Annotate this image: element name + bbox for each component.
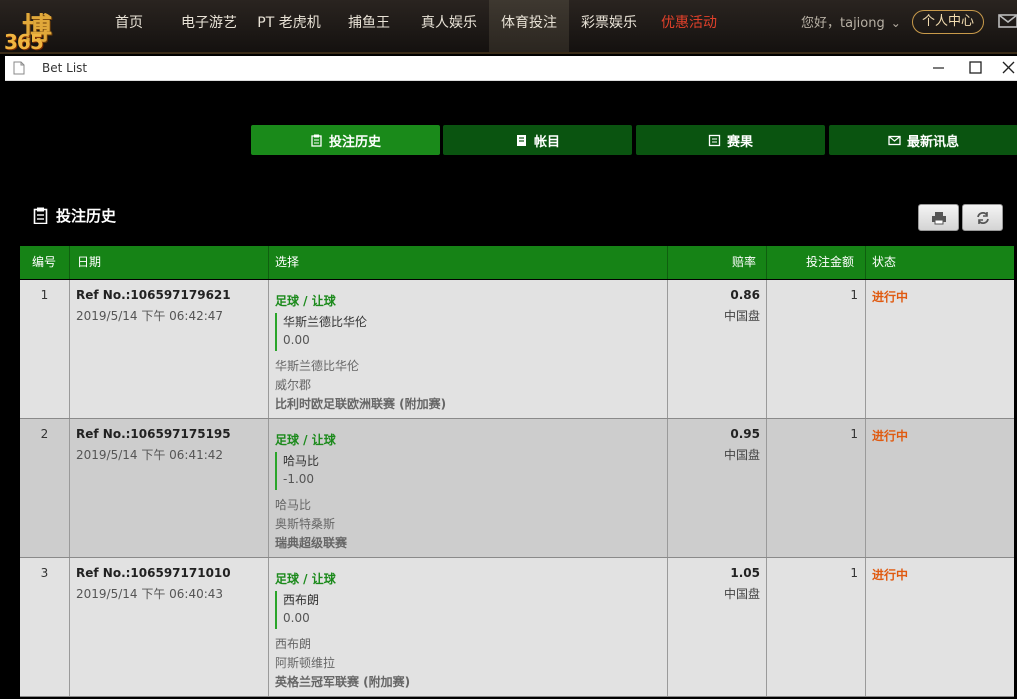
nav-lottery[interactable]: 彩票娱乐 <box>574 0 644 52</box>
odds-type: 中国盘 <box>723 448 760 462</box>
away-team: 奥斯特桑斯 <box>275 517 336 531</box>
ledger-icon <box>516 134 526 146</box>
header-date: 日期 <box>77 255 102 269</box>
status-badge: 进行中 <box>872 290 909 304</box>
window-title: Bet List <box>42 61 88 75</box>
selection-pick: 西布朗 0.00 <box>275 591 319 629</box>
row-number: 2 <box>40 427 49 441</box>
tab-results[interactable]: 赛果 <box>636 125 825 155</box>
nav-fishing[interactable]: 捕鱼王 <box>338 0 400 52</box>
header-odds: 赔率 <box>732 255 757 269</box>
match-teams: 华斯兰德比华伦 威尔郡 <box>275 357 359 395</box>
clipboard-icon <box>311 134 322 147</box>
home-team: 西布朗 <box>275 637 312 651</box>
match-teams: 哈马比 奥斯特桑斯 <box>275 496 335 534</box>
table-row: 3 Ref No.:106597171010 2019/5/14 下午 06:4… <box>20 558 1014 697</box>
pick-handicap: 0.00 <box>283 611 310 625</box>
league-name: 瑞典超级联赛 <box>275 536 348 550</box>
market-type: 足球 / 让球 <box>275 433 336 447</box>
chevron-down-icon: ⌄ <box>890 16 901 30</box>
header-amount: 投注金额 <box>806 255 855 269</box>
user-greeting[interactable]: 您好，tajiong ⌄ <box>801 0 901 47</box>
header-status: 状态 <box>872 255 897 269</box>
away-team: 威尔郡 <box>275 378 312 392</box>
market-type: 足球 / 让球 <box>275 572 336 586</box>
nav-promotions[interactable]: 优惠活动 <box>654 0 724 52</box>
table-header: 编号 日期 选择 赔率 投注金额 状态 <box>20 246 1014 279</box>
nav-egames[interactable]: 电子游艺 <box>174 0 244 52</box>
refresh-icon <box>976 211 989 224</box>
ref-number: Ref No.:106597171010 <box>76 566 231 580</box>
scoreboard-icon <box>708 134 721 146</box>
odds-value: 0.95 <box>730 427 760 441</box>
home-team: 华斯兰德比华伦 <box>275 359 360 373</box>
bet-date: 2019/5/14 下午 06:40:43 <box>76 587 224 601</box>
status-badge: 进行中 <box>872 568 909 582</box>
selection-pick: 华斯兰德比华伦 0.00 <box>275 313 367 351</box>
site-logo[interactable]: 博 365 <box>4 4 78 54</box>
table-row: 2 Ref No.:106597175195 2019/5/14 下午 06:4… <box>20 419 1014 558</box>
top-nav: 博 365 首页 电子游艺 PT 老虎机 捕鱼王 真人娱乐 体育投注 彩票娱乐 … <box>0 0 1017 54</box>
league-name: 英格兰冠军联赛 (附加赛) <box>275 675 411 689</box>
refresh-button[interactable] <box>962 204 1003 231</box>
maximize-icon[interactable] <box>960 56 990 80</box>
away-team: 阿斯顿维拉 <box>275 656 336 670</box>
bet-amount: 1 <box>850 288 858 302</box>
nav-live-casino[interactable]: 真人娱乐 <box>414 0 484 52</box>
league-name: 比利时欧足联欧洲联赛 (附加赛) <box>275 397 447 411</box>
match-teams: 西布朗 阿斯顿维拉 <box>275 635 335 673</box>
home-team: 哈马比 <box>275 498 312 512</box>
odds-value: 0.86 <box>730 288 760 302</box>
odds-type: 中国盘 <box>723 587 760 601</box>
ref-number: Ref No.:106597175195 <box>76 427 231 441</box>
pick-team: 哈马比 <box>283 454 320 468</box>
section-title: 投注历史 <box>33 205 116 226</box>
status-badge: 进行中 <box>872 429 909 443</box>
pick-team: 华斯兰德比华伦 <box>283 315 368 329</box>
envelope-icon <box>888 135 901 145</box>
print-button[interactable] <box>918 204 959 231</box>
tab-account[interactable]: 帐目 <box>443 125 632 155</box>
section-title-text: 投注历史 <box>56 207 117 225</box>
document-icon <box>13 61 25 75</box>
row-number: 1 <box>40 288 49 302</box>
header-num: 编号 <box>32 255 57 269</box>
row-number: 3 <box>40 566 49 580</box>
bet-amount: 1 <box>850 566 858 580</box>
greeting-text: 您好，tajiong <box>801 16 885 31</box>
table-row: 1 Ref No.:106597179621 2019/5/14 下午 06:4… <box>20 280 1014 419</box>
pick-handicap: -1.00 <box>283 472 315 486</box>
odds-type: 中国盘 <box>723 309 760 323</box>
printer-icon <box>931 211 946 224</box>
bet-date: 2019/5/14 下午 06:41:42 <box>76 448 224 462</box>
tab-label: 帐目 <box>533 134 560 150</box>
tab-label: 赛果 <box>726 134 753 150</box>
nav-pt-slots[interactable]: PT 老虎机 <box>252 0 326 52</box>
market-type: 足球 / 让球 <box>275 294 336 308</box>
nav-home[interactable]: 首页 <box>100 0 158 52</box>
bet-amount: 1 <box>850 427 858 441</box>
tab-bet-history[interactable]: 投注历史 <box>251 125 440 155</box>
ref-number: Ref No.:106597179621 <box>76 288 231 302</box>
user-center-button[interactable]: 个人中心 <box>912 10 984 34</box>
tab-label: 投注历史 <box>328 134 381 150</box>
nav-sports[interactable]: 体育投注 <box>489 0 569 52</box>
tab-label: 最新讯息 <box>906 134 959 150</box>
pick-team: 西布朗 <box>283 593 320 607</box>
bet-date: 2019/5/14 下午 06:42:47 <box>76 309 224 323</box>
clipboard-icon <box>33 207 48 224</box>
odds-value: 1.05 <box>730 566 760 580</box>
logo-text: 365 <box>4 30 44 54</box>
header-selection: 选择 <box>275 255 300 269</box>
pick-handicap: 0.00 <box>283 333 310 347</box>
tab-news[interactable]: 最新讯息 <box>829 125 1017 155</box>
selection-pick: 哈马比 -1.00 <box>275 452 319 490</box>
bet-list-window: Bet List 投注历史 帐目 赛果 最新讯息 投注历史 编号 日期 选择 赔… <box>5 56 1017 699</box>
mail-icon[interactable] <box>998 14 1017 28</box>
window-titlebar: Bet List <box>5 56 1017 81</box>
close-icon[interactable] <box>993 56 1017 80</box>
minimize-icon[interactable] <box>923 56 953 80</box>
